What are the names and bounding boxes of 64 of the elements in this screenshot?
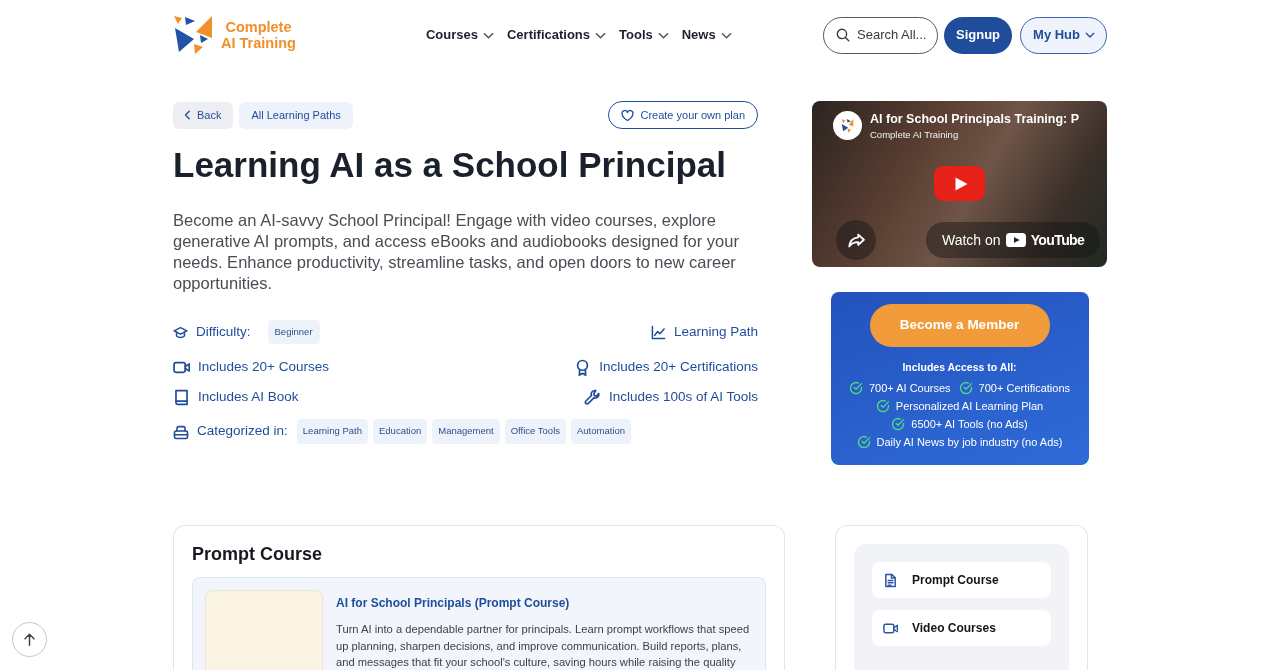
benefit-text: Daily AI News by job industry (no Ads) bbox=[876, 434, 1063, 450]
check-circle-icon bbox=[891, 417, 906, 431]
play-logo-icon bbox=[1005, 233, 1026, 247]
my-hub-button[interactable]: My Hub bbox=[1020, 16, 1107, 54]
watch-on-youtube-button[interactable]: Watch on YouTube bbox=[926, 222, 1101, 258]
book-icon bbox=[173, 388, 190, 406]
video-title[interactable]: AI for School Principals Training: P bbox=[870, 111, 1080, 127]
graduation-cap-icon bbox=[173, 324, 188, 340]
feature-text: Includes AI Book bbox=[198, 387, 299, 406]
share-button[interactable] bbox=[836, 220, 876, 260]
play-button[interactable] bbox=[934, 166, 985, 201]
search-icon bbox=[836, 28, 850, 42]
benefit-text: 700+ AI Courses bbox=[868, 380, 951, 396]
category-tag[interactable]: Education bbox=[373, 419, 428, 444]
path-type-label: Learning Path bbox=[673, 322, 758, 341]
chevron-left-icon bbox=[183, 110, 193, 120]
all-learning-paths-button[interactable]: All Learning Paths bbox=[239, 101, 353, 129]
benefit-text: Personalized AI Learning Plan bbox=[895, 398, 1044, 414]
category-tag[interactable]: Automation bbox=[571, 419, 632, 444]
check-circle-icon bbox=[856, 435, 871, 449]
back-button[interactable]: Back bbox=[173, 101, 234, 129]
channel-name[interactable]: Complete AI Training bbox=[870, 129, 1080, 141]
check-circle-icon bbox=[848, 381, 863, 395]
heart-icon bbox=[621, 108, 635, 122]
signup-button[interactable]: Signup bbox=[944, 16, 1013, 54]
check-circle-icon bbox=[958, 381, 973, 395]
difficulty-tag: Beginner bbox=[267, 320, 320, 344]
section-heading: Prompt Course bbox=[192, 543, 324, 566]
search-button[interactable]: Search All... bbox=[823, 16, 938, 54]
logo-icon bbox=[173, 15, 213, 55]
section-menu-item[interactable]: Prompt Course bbox=[872, 562, 1051, 598]
benefits-heading: Includes Access to All: bbox=[901, 360, 1018, 374]
nav-dropdown-link[interactable]: Certifications bbox=[506, 25, 607, 45]
share-icon bbox=[847, 231, 865, 249]
wrench-icon bbox=[583, 388, 601, 406]
category-tag[interactable]: Learning Path bbox=[296, 419, 368, 444]
feature-text: Includes 20+ Courses bbox=[198, 357, 329, 376]
course-description: Turn AI into a dependable partner for principals. Learn prompt workflows that speed up planning, sharpen decisions, and improve communication. Build reports, plans, and messages that fit your school's culture, saving hours while raising the quality bbox=[336, 622, 751, 670]
feature-text: Includes 100s of AI Tools bbox=[608, 387, 758, 406]
course-title-link[interactable]: AI for School Principals (Prompt Course) bbox=[336, 595, 570, 611]
page-title: Learning AI as a School Principal bbox=[173, 144, 727, 186]
category-tag[interactable]: Office Tools bbox=[504, 419, 566, 444]
section-menu-item[interactable]: Video Courses bbox=[872, 610, 1051, 646]
nav-dropdown-link[interactable]: Courses bbox=[425, 25, 494, 45]
nav-dropdown-link[interactable]: Tools bbox=[619, 25, 669, 45]
benefit-text: 700+ Certifications bbox=[978, 380, 1071, 396]
document-icon bbox=[883, 572, 898, 588]
difficulty-label: Difficulty: bbox=[196, 322, 251, 341]
nav-dropdown-link[interactable]: News bbox=[681, 25, 732, 45]
line-chart-icon bbox=[650, 324, 666, 340]
categories-label: Categorized in: bbox=[197, 422, 288, 441]
stacked-box-icon bbox=[173, 423, 189, 440]
back-to-top-button[interactable] bbox=[12, 622, 47, 657]
page-description: Become an AI-savvy School Principal! Engage with video courses, explore generative AI prompts, and access eBooks and audiobooks designed for your needs. Enhance productivity, streamline tasks, and open doors to new career opportunities. bbox=[173, 210, 740, 294]
benefit-text: 6500+ AI Tools (no Ads) bbox=[911, 416, 1028, 432]
arrow-up-icon bbox=[22, 632, 37, 647]
feature-text: Includes 20+ Certifications bbox=[599, 357, 758, 376]
play-icon bbox=[954, 176, 968, 191]
category-tag[interactable]: Management bbox=[432, 419, 500, 444]
check-circle-icon bbox=[875, 399, 890, 413]
logo-text: Complete AI Training bbox=[221, 19, 296, 51]
caret-icon bbox=[1085, 30, 1095, 40]
create-plan-button[interactable]: Create your own plan bbox=[608, 101, 758, 129]
channel-avatar-icon bbox=[833, 111, 862, 140]
